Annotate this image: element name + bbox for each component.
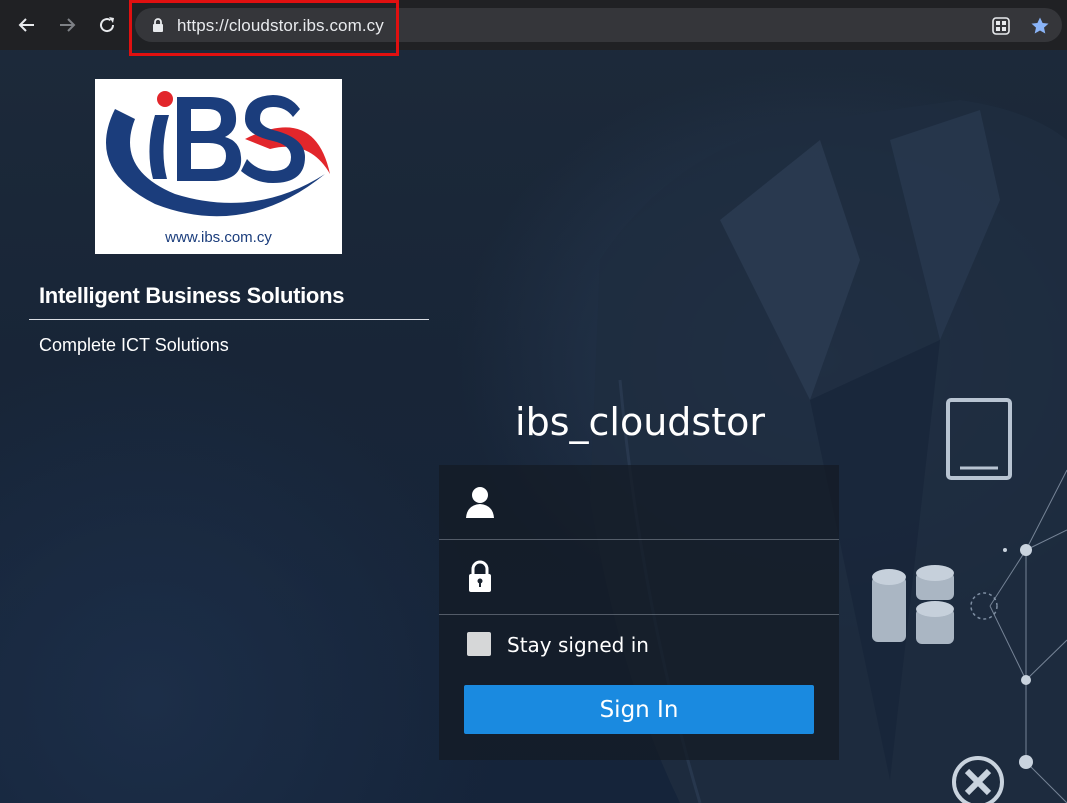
ibs-logo: www.ibs.com.cy [95, 79, 342, 254]
forward-button[interactable] [52, 10, 82, 40]
password-input[interactable] [509, 556, 823, 600]
url-text[interactable]: https://cloudstor.ibs.com.cy [177, 16, 384, 36]
brand-title: Intelligent Business Solutions [39, 283, 345, 308]
reload-icon [100, 17, 115, 33]
stay-signed-in-checkbox[interactable] [467, 632, 491, 656]
forward-arrow-icon [60, 18, 76, 32]
lock-icon [153, 18, 163, 32]
back-arrow-icon [18, 18, 34, 32]
server-name-heading: ibs_cloudstor [515, 400, 765, 444]
user-icon [466, 487, 494, 518]
logo-url-text: www.ibs.com.cy [165, 229, 272, 246]
ibs-logo-graphic [106, 91, 330, 217]
login-form: Stay signed in Sign In [439, 465, 839, 760]
sign-in-button[interactable]: Sign In [464, 685, 814, 734]
browser-toolbar: https://cloudstor.ibs.com.cy [0, 0, 1067, 56]
qr-code-button[interactable] [990, 15, 1012, 37]
brand-divider [29, 319, 429, 320]
username-row [439, 465, 839, 540]
qr-code-icon [992, 17, 1010, 35]
back-button[interactable] [12, 10, 42, 40]
password-lock-icon [469, 560, 491, 592]
decorative-tech-network [872, 398, 1067, 803]
bookmark-star-icon [1031, 17, 1049, 34]
address-bar[interactable]: https://cloudstor.ibs.com.cy [135, 8, 1062, 42]
bookmark-button[interactable] [1029, 15, 1051, 37]
reload-button[interactable] [92, 10, 122, 40]
brand-subtitle: Complete ICT Solutions [39, 335, 229, 355]
username-input[interactable] [509, 481, 823, 525]
login-page: https://cloudstor.ibs.com.cy www.ibs.com… [0, 0, 1067, 803]
stay-signed-in-label[interactable]: Stay signed in [507, 633, 649, 657]
password-row [439, 540, 839, 615]
